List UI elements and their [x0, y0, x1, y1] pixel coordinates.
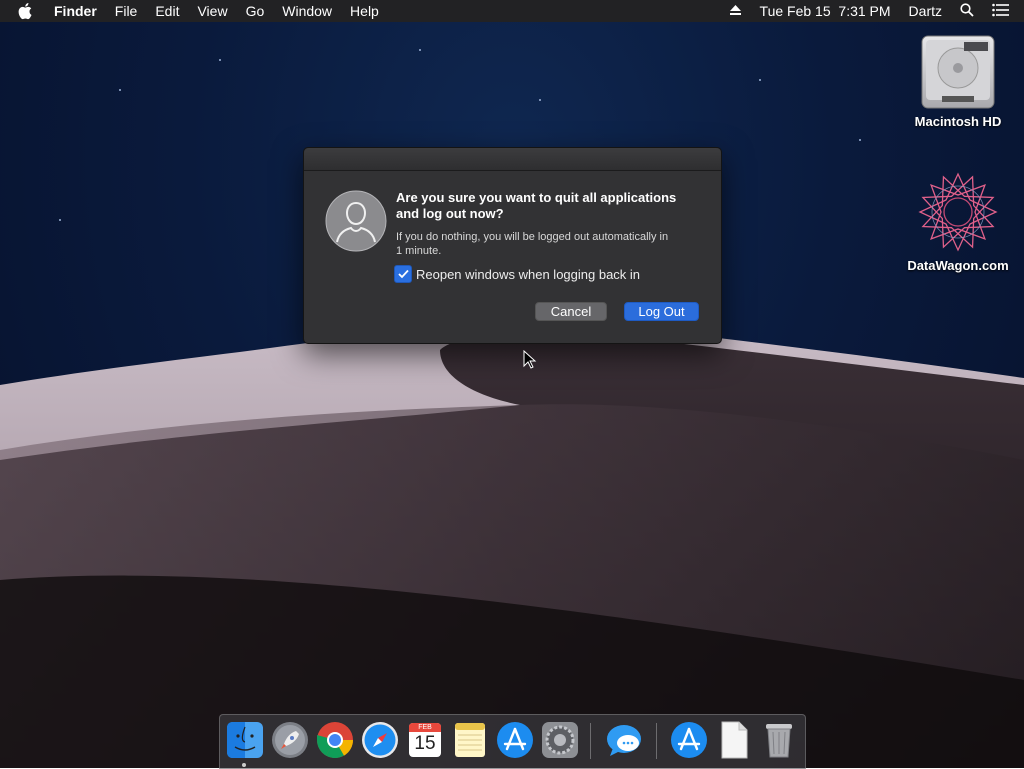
clock-text[interactable]: Tue Feb 15 7:31 PM: [760, 3, 891, 19]
dock: FEB 15: [219, 714, 806, 769]
hard-drive-icon: [921, 35, 995, 109]
desktop-icon-label: DataWagon.com: [907, 258, 1009, 273]
reopen-windows-checkbox[interactable]: [394, 265, 412, 283]
spotlight-search-icon[interactable]: [960, 2, 974, 20]
menu-file[interactable]: File: [115, 0, 138, 22]
finder-icon[interactable]: [226, 721, 264, 759]
dock-separator: [656, 723, 657, 759]
dialog-title-line: Are you sure you want to quit all applic…: [396, 190, 677, 205]
menu-edit[interactable]: Edit: [155, 0, 179, 22]
user-name[interactable]: Dartz: [909, 3, 942, 19]
log-out-button[interactable]: Log Out: [624, 302, 699, 321]
notification-center-icon[interactable]: [992, 3, 1010, 20]
cancel-button[interactable]: Cancel: [535, 302, 607, 321]
wallpaper: [0, 49, 1024, 768]
apple-icon[interactable]: [18, 2, 36, 20]
running-indicator: [242, 763, 246, 767]
dialog-title-line: and log out now?: [396, 206, 504, 221]
app-store-folder-icon[interactable]: [670, 721, 708, 759]
reopen-windows-label[interactable]: Reopen windows when logging back in: [416, 267, 640, 282]
menu-app-finder[interactable]: Finder: [54, 0, 97, 22]
calendar-day: 15: [414, 733, 436, 754]
logout-dialog: Are you sure you want to quit all applic…: [303, 147, 722, 344]
user-avatar-icon: [325, 190, 387, 252]
app-store-icon[interactable]: [496, 721, 534, 759]
menu-bar: Finder File Edit View Go Window Help Tue…: [0, 0, 1024, 22]
notes-icon[interactable]: [451, 721, 489, 759]
reopen-windows-option[interactable]: Reopen windows when logging back in: [394, 265, 640, 283]
desktop-icon-datawagon[interactable]: DataWagon.com: [898, 170, 1018, 273]
mouse-pointer-icon: [523, 350, 537, 369]
launchpad-icon[interactable]: [271, 721, 309, 759]
dock-separator: [590, 723, 591, 759]
system-preferences-icon[interactable]: [541, 721, 579, 759]
menu-view[interactable]: View: [197, 0, 227, 22]
desktop: [0, 0, 1024, 768]
dialog-title: Are you sure you want to quit all applic…: [396, 190, 706, 222]
desktop-icon-macintosh-hd[interactable]: Macintosh HD: [898, 32, 1018, 129]
geometric-star-icon: [918, 172, 998, 252]
calendar-month: FEB: [418, 724, 432, 731]
trash-icon[interactable]: [760, 721, 798, 759]
dialog-titlebar[interactable]: [304, 148, 721, 171]
chrome-icon[interactable]: [316, 721, 354, 759]
menu-go[interactable]: Go: [246, 0, 265, 22]
dialog-message-line: 1 minute.: [396, 245, 442, 257]
desktop-icon-label: Macintosh HD: [914, 114, 1002, 129]
safari-icon[interactable]: [361, 721, 399, 759]
dialog-message: If you do nothing, you will be logged ou…: [396, 230, 706, 258]
eject-icon[interactable]: [729, 3, 742, 19]
messages-icon[interactable]: [605, 721, 643, 759]
calendar-icon[interactable]: FEB 15: [406, 721, 444, 759]
checkmark-icon: [397, 269, 409, 279]
menu-help[interactable]: Help: [350, 0, 379, 22]
menu-window[interactable]: Window: [282, 0, 332, 22]
document-icon[interactable]: [715, 721, 753, 759]
dialog-message-line: If you do nothing, you will be logged ou…: [396, 231, 669, 243]
